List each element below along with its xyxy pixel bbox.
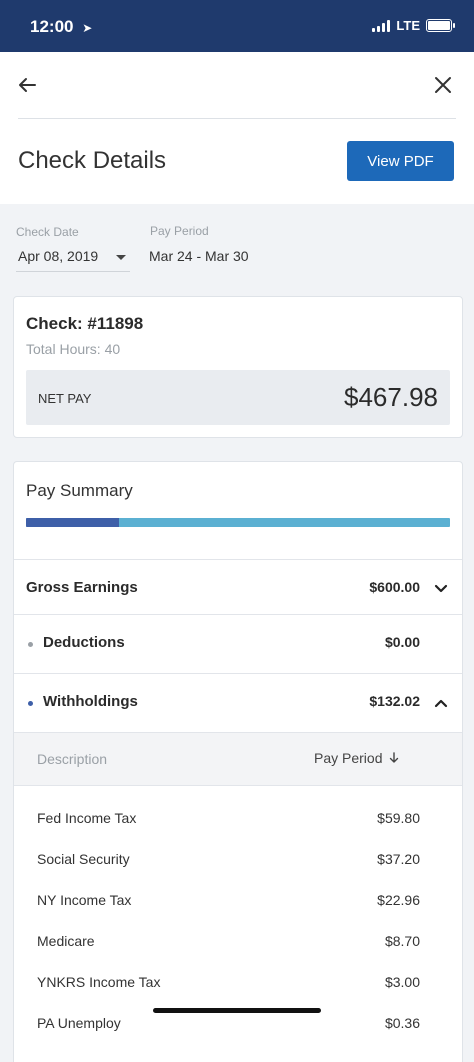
status-bar: 12:00 ➤ LTE: [0, 0, 474, 52]
nav-row: [0, 52, 474, 118]
table-row: Medicare $8.70: [14, 921, 462, 962]
withholding-name: YNKRS Income Tax: [37, 974, 161, 990]
withholdings-dot: [28, 701, 33, 706]
pay-summary-bar-fill: [26, 518, 120, 527]
page-title: Check Details: [18, 147, 167, 174]
home-indicator[interactable]: [153, 1008, 321, 1013]
pay-summary-bar: [26, 518, 450, 527]
withholding-name: PA Unemploy: [37, 1015, 121, 1031]
check-date-value[interactable]: Apr 08, 2019: [18, 248, 98, 264]
deductions-label: Deductions: [43, 634, 125, 651]
withholding-name: Medicare: [37, 933, 95, 949]
net-pay-amount: $467.98: [344, 382, 438, 412]
pay-period-label: Pay Period: [150, 224, 209, 238]
sort-arrow-down-icon[interactable]: [388, 752, 400, 764]
withholdings-table-header: Description Pay Period: [14, 732, 462, 786]
table-row: YNKRS Income Tax $3.00: [14, 962, 462, 1003]
location-arrow-icon: ➤: [82, 21, 93, 35]
gross-earnings-label: Gross Earnings: [26, 579, 138, 596]
gross-earnings-row[interactable]: Gross Earnings $600.00: [14, 559, 462, 619]
check-card: Check: #11898 Total Hours: 40 NET PAY $4…: [13, 296, 463, 438]
view-pdf-button[interactable]: View PDF: [347, 141, 454, 181]
status-indicators: LTE: [372, 18, 455, 33]
withholding-amount: $3.00: [384, 974, 420, 990]
header-panel: Check Details View PDF: [0, 52, 474, 204]
battery-icon: [426, 19, 455, 32]
net-pay-box: NET PAY $467.98: [26, 370, 450, 425]
check-number: Check: #11898: [26, 314, 144, 333]
chevron-down-icon[interactable]: [116, 255, 126, 260]
close-icon[interactable]: [434, 76, 452, 94]
deductions-row[interactable]: Deductions $0.00: [14, 614, 462, 674]
description-column-header: Description: [37, 751, 108, 767]
withholding-amount: $0.36: [384, 1015, 420, 1031]
back-arrow-icon[interactable]: [16, 74, 38, 96]
withholding-amount: $22.96: [377, 892, 420, 908]
pay-period-value: Mar 24 - Mar 30: [149, 248, 249, 264]
deductions-dot: [28, 642, 33, 647]
withholding-name: NY Income Tax: [37, 892, 132, 908]
withholding-name: Fed Income Tax: [37, 810, 137, 826]
pay-period-column-label: Pay Period: [314, 750, 383, 766]
table-row: NY Income Tax $22.96: [14, 880, 462, 921]
withholding-amount: $59.80: [377, 810, 420, 826]
table-row: Fed Income Tax $59.80: [14, 798, 462, 839]
deductions-amount: $0.00: [384, 634, 420, 650]
withholding-amount: $37.20: [377, 851, 420, 867]
network-type: LTE: [396, 18, 420, 33]
status-time: 12:00 ➤: [30, 17, 92, 37]
withholding-amount: $8.70: [384, 933, 420, 949]
status-time-text: 12:00: [30, 17, 74, 36]
chevron-up-icon[interactable]: [434, 696, 448, 710]
pay-summary-card: Pay Summary Gross Earnings $600.00 Deduc…: [13, 461, 463, 1062]
chevron-down-icon[interactable]: [434, 582, 448, 596]
total-hours: Total Hours: 40: [26, 341, 121, 357]
withholdings-row[interactable]: Withholdings $132.02: [14, 673, 462, 733]
gross-earnings-amount: $600.00: [369, 579, 420, 595]
net-pay-label: NET PAY: [38, 391, 92, 406]
pay-period-column-header[interactable]: Pay Period: [314, 750, 400, 766]
withholdings-amount: $132.02: [369, 693, 420, 709]
withholding-name: Social Security: [37, 851, 130, 867]
nav-divider: [18, 118, 456, 119]
table-row: Social Security $37.20: [14, 839, 462, 880]
withholdings-label: Withholdings: [43, 693, 138, 710]
signal-strength-icon: [372, 19, 391, 32]
pay-summary-title: Pay Summary: [26, 481, 133, 500]
